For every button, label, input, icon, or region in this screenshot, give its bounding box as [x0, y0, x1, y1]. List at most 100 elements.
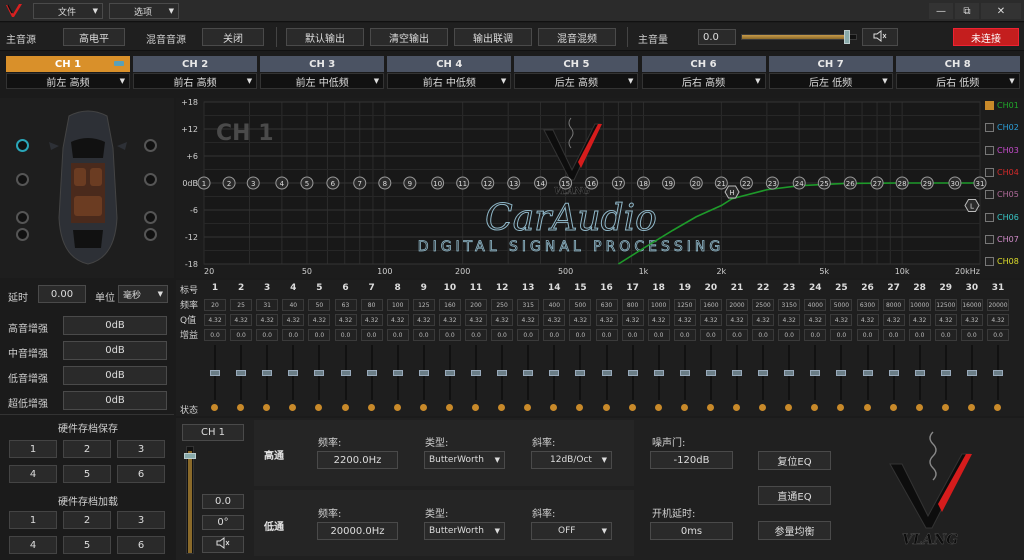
channel-position-select-1[interactable]: 前左 高频 ▼ — [6, 73, 130, 89]
band-freq[interactable]: 5000 — [830, 299, 853, 311]
band-gain[interactable]: 0.0 — [647, 329, 670, 341]
band-slider[interactable] — [444, 345, 455, 400]
band-q[interactable]: 4.32 — [543, 314, 566, 326]
channel-tab-5[interactable]: CH 5 — [514, 56, 639, 72]
band-status-dot[interactable] — [654, 404, 662, 411]
band-gain[interactable]: 0.0 — [595, 329, 618, 341]
band-slider[interactable] — [236, 345, 247, 400]
band-freq[interactable]: 500 — [569, 299, 592, 311]
band-gain[interactable]: 0.0 — [882, 329, 905, 341]
hp-freq-input[interactable]: 2200.0Hz — [317, 451, 398, 469]
slider-knob[interactable] — [966, 369, 977, 376]
band-slider[interactable] — [653, 345, 664, 400]
band-slider[interactable] — [679, 345, 690, 400]
band-gain[interactable]: 0.0 — [699, 329, 722, 341]
band-q[interactable]: 4.32 — [204, 314, 226, 326]
band-q[interactable]: 4.32 — [934, 314, 957, 326]
gain-value[interactable]: 0dB — [63, 316, 167, 335]
band-q[interactable]: 4.32 — [491, 314, 514, 326]
slider-knob[interactable] — [288, 369, 299, 376]
slider-knob[interactable] — [471, 369, 481, 376]
band-q[interactable]: 4.32 — [987, 314, 1009, 326]
band-freq[interactable]: 50 — [308, 299, 331, 311]
checkbox[interactable] — [985, 234, 994, 244]
band-slider[interactable] — [784, 345, 795, 400]
band-freq[interactable]: 315 — [517, 299, 540, 311]
legend-item[interactable]: CH03 — [985, 145, 1019, 155]
slider-knob[interactable] — [940, 369, 951, 376]
save-preset-6[interactable]: 6 — [117, 465, 165, 483]
band-status-dot[interactable] — [967, 404, 975, 411]
band-gain[interactable]: 0.0 — [673, 329, 696, 341]
slider-knob[interactable] — [653, 369, 664, 376]
band-freq[interactable]: 1250 — [673, 299, 696, 311]
channel-position-select-4[interactable]: 前右 中低频 ▼ — [387, 73, 512, 89]
band-freq[interactable]: 1000 — [647, 299, 670, 311]
band-freq[interactable]: 125 — [412, 299, 435, 311]
band-slider[interactable] — [993, 345, 1003, 400]
band-freq[interactable]: 8000 — [882, 299, 905, 311]
band-gain[interactable]: 0.0 — [282, 329, 305, 341]
band-freq[interactable]: 800 — [621, 299, 644, 311]
legend-item[interactable]: CH04 — [985, 167, 1019, 177]
band-q[interactable]: 4.32 — [726, 314, 748, 326]
band-q[interactable]: 4.32 — [595, 314, 618, 326]
band-q[interactable]: 4.32 — [282, 314, 305, 326]
band-slider[interactable] — [862, 345, 873, 400]
load-preset-5[interactable]: 5 — [63, 536, 111, 554]
band-status-dot[interactable] — [706, 404, 714, 411]
band-status-dot[interactable] — [419, 404, 427, 411]
minimize-button[interactable]: — — [929, 3, 953, 19]
checkbox[interactable] — [985, 190, 994, 200]
speaker-front-left-icon[interactable] — [16, 139, 29, 152]
channel-position-select-6[interactable]: 后右 高频 ▼ — [641, 73, 766, 89]
band-gain[interactable]: 0.0 — [856, 329, 879, 341]
band-gain[interactable]: 0.0 — [621, 329, 644, 341]
band-freq[interactable]: 6300 — [856, 299, 879, 311]
load-preset-3[interactable]: 3 — [117, 511, 165, 529]
band-gain[interactable]: 0.0 — [412, 329, 435, 341]
band-slider[interactable] — [288, 345, 299, 400]
legend-item[interactable]: CH05 — [985, 190, 1019, 200]
band-q[interactable]: 4.32 — [360, 314, 383, 326]
gain-value[interactable]: 0dB — [63, 391, 167, 410]
slider-knob[interactable] — [810, 369, 821, 376]
slider-knob[interactable] — [914, 369, 925, 376]
band-freq[interactable]: 2000 — [726, 299, 748, 311]
band-slider[interactable] — [836, 345, 847, 400]
hp-slope-select[interactable]: 12dB/Oct ▼ — [531, 451, 612, 469]
noise-gate-input[interactable]: -120dB — [650, 451, 733, 469]
save-preset-3[interactable]: 3 — [117, 440, 165, 458]
band-freq[interactable]: 100 — [386, 299, 409, 311]
legend-item[interactable]: CH06 — [985, 212, 1019, 222]
output-link-button[interactable]: 输出联调 — [454, 28, 532, 46]
save-preset-1[interactable]: 1 — [9, 440, 57, 458]
slider-knob[interactable] — [210, 369, 220, 376]
band-status-dot[interactable] — [941, 404, 949, 411]
slider-knob[interactable] — [549, 369, 560, 376]
band-q[interactable]: 4.32 — [647, 314, 670, 326]
speaker-rear-left-icon[interactable] — [16, 211, 29, 224]
slider-knob[interactable] — [575, 369, 586, 376]
legend-item[interactable]: CH08 — [985, 257, 1019, 267]
band-gain[interactable]: 0.0 — [334, 329, 357, 341]
band-q[interactable]: 4.32 — [569, 314, 592, 326]
band-q[interactable]: 4.32 — [308, 314, 331, 326]
slider-knob[interactable] — [497, 369, 508, 376]
band-slider[interactable] — [392, 345, 403, 400]
band-status-dot[interactable] — [211, 404, 218, 411]
gain-value[interactable]: 0dB — [63, 341, 167, 360]
band-freq[interactable]: 200 — [465, 299, 487, 311]
speaker-front-right-icon[interactable] — [144, 139, 157, 152]
slider-knob[interactable] — [888, 369, 899, 376]
band-status-dot[interactable] — [680, 404, 688, 411]
band-gain[interactable]: 0.0 — [438, 329, 461, 341]
checkbox[interactable] — [985, 145, 994, 155]
save-preset-2[interactable]: 2 — [63, 440, 111, 458]
bypass-eq-button[interactable]: 直通EQ — [758, 486, 831, 505]
band-gain[interactable]: 0.0 — [465, 329, 487, 341]
band-slider[interactable] — [732, 345, 742, 400]
channel-position-select-3[interactable]: 前左 中低频 ▼ — [260, 73, 385, 89]
options-menu[interactable]: 选项 ▼ — [109, 3, 179, 19]
slider-knob[interactable] — [836, 369, 847, 376]
